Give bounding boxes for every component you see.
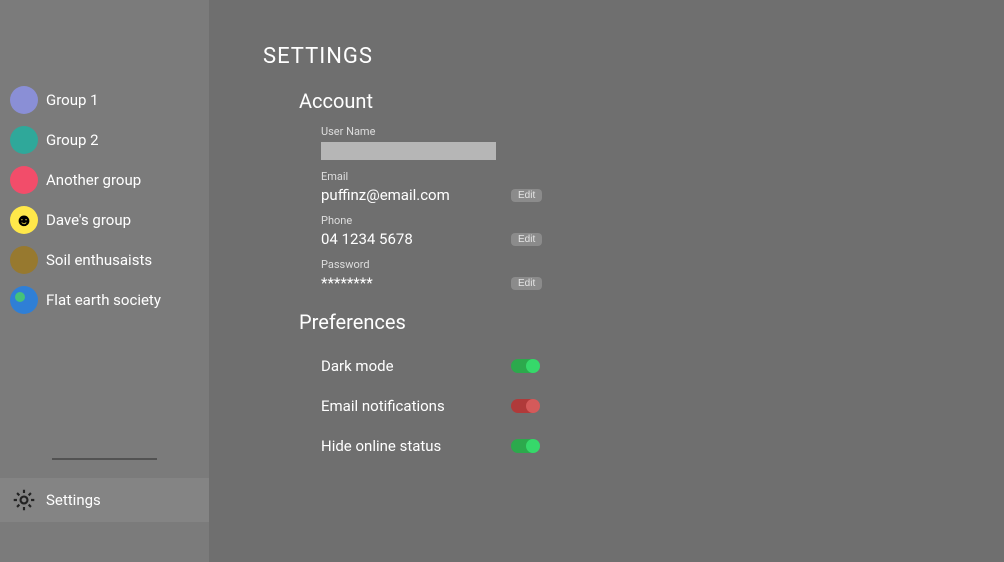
- sidebar-group-item[interactable]: Another group: [10, 160, 199, 200]
- edit-email-button[interactable]: Edit: [511, 189, 542, 202]
- username-field: User Name: [321, 125, 536, 160]
- preferences-section: Preferences Dark mode Email notifications…: [263, 310, 1004, 466]
- account-section: Account User Name Email puffinz@email.co…: [263, 89, 1004, 292]
- edit-phone-button[interactable]: Edit: [511, 233, 542, 246]
- group-avatar: [10, 126, 38, 154]
- sidebar-bottom: Settings: [0, 458, 209, 562]
- preference-label: Dark mode: [321, 357, 511, 375]
- phone-field: Phone 04 1234 5678 Edit: [321, 214, 536, 248]
- group-label: Group 1: [46, 91, 99, 109]
- group-avatar: ☻: [10, 206, 38, 234]
- email-field: Email puffinz@email.com Edit: [321, 170, 536, 204]
- preference-row: Dark mode: [321, 346, 1004, 386]
- main: SETTINGS Account User Name Email puffinz…: [209, 0, 1004, 562]
- preference-toggle[interactable]: [511, 439, 539, 453]
- group-avatar: [10, 246, 38, 274]
- sidebar: Group 1 Group 2 Another group ☻ Dave's group…: [0, 0, 209, 562]
- sidebar-group-item[interactable]: Group 1: [10, 80, 199, 120]
- group-label: Flat earth society: [46, 291, 161, 309]
- account-heading: Account: [299, 89, 1004, 113]
- group-label: Dave's group: [46, 211, 131, 229]
- group-label: Another group: [46, 171, 141, 189]
- group-label: Soil enthusaists: [46, 251, 152, 269]
- toggle-knob: [526, 359, 540, 373]
- toggle-knob: [526, 399, 540, 413]
- sidebar-item-settings[interactable]: Settings: [0, 478, 209, 522]
- preference-row: Hide online status: [321, 426, 1004, 466]
- group-label: Group 2: [46, 131, 99, 149]
- preference-label: Hide online status: [321, 437, 511, 455]
- email-value: puffinz@email.com: [321, 186, 450, 204]
- settings-label: Settings: [46, 491, 101, 509]
- sidebar-group-item[interactable]: Flat earth society: [10, 280, 199, 320]
- preference-toggle[interactable]: [511, 359, 539, 373]
- username-input[interactable]: [321, 142, 496, 160]
- sidebar-group-item[interactable]: Group 2: [10, 120, 199, 160]
- phone-label: Phone: [321, 214, 536, 227]
- preferences-heading: Preferences: [299, 310, 1004, 334]
- group-list: Group 1 Group 2 Another group ☻ Dave's group…: [0, 80, 209, 458]
- account-fields: User Name Email puffinz@email.com Edit P…: [299, 125, 1004, 292]
- preference-label: Email notifications: [321, 397, 511, 415]
- group-avatar: [10, 286, 38, 314]
- toggle-knob: [526, 439, 540, 453]
- sidebar-group-item[interactable]: Soil enthusaists: [10, 240, 199, 280]
- group-avatar: [10, 86, 38, 114]
- password-value: ********: [321, 274, 373, 292]
- username-label: User Name: [321, 125, 536, 138]
- gear-icon: [10, 486, 38, 514]
- email-label: Email: [321, 170, 536, 183]
- sidebar-divider: [52, 458, 157, 460]
- preferences-list: Dark mode Email notifications Hide online …: [299, 346, 1004, 466]
- phone-value: 04 1234 5678: [321, 230, 413, 248]
- group-avatar: [10, 166, 38, 194]
- preference-row: Email notifications: [321, 386, 1004, 426]
- sidebar-group-item[interactable]: ☻ Dave's group: [10, 200, 199, 240]
- preference-toggle[interactable]: [511, 399, 539, 413]
- password-field: Password ******** Edit: [321, 258, 536, 292]
- page-title: SETTINGS: [263, 44, 1004, 69]
- edit-password-button[interactable]: Edit: [511, 277, 542, 290]
- password-label: Password: [321, 258, 536, 271]
